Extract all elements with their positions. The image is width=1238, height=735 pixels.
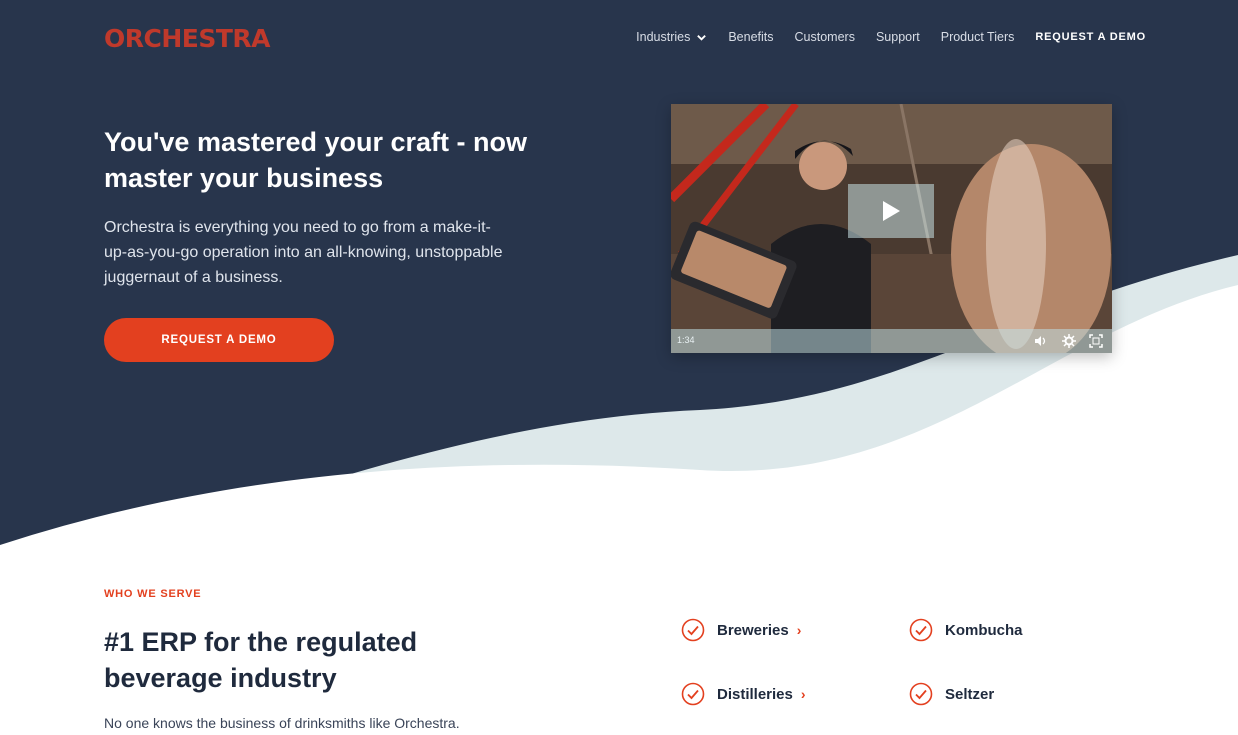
play-icon <box>883 201 900 221</box>
industry-link-kombucha[interactable]: Kombucha <box>909 618 1023 642</box>
settings-icon[interactable] <box>1062 334 1076 348</box>
play-button[interactable] <box>848 184 934 238</box>
industry-link-seltzer[interactable]: Seltzer <box>909 682 994 706</box>
hero-title: You've mastered your craft - now master … <box>104 127 528 193</box>
chevron-down-icon <box>697 34 707 41</box>
video-controls-bar[interactable]: 1:34 <box>671 329 1112 353</box>
orchestra-logo[interactable]: ORCHESTRA <box>104 24 271 53</box>
nav-item-product-tiers[interactable]: Product Tiers <box>941 30 1015 44</box>
hero-subtitle: Orchestra is everything you need to go f… <box>104 219 503 286</box>
volume-icon[interactable] <box>1034 334 1048 348</box>
fullscreen-icon[interactable] <box>1089 334 1103 348</box>
nav-item-support[interactable]: Support <box>876 30 920 44</box>
industry-label: Seltzer <box>945 685 995 703</box>
section-subtitle: No one knows the business of drinksmiths… <box>104 715 460 731</box>
nav-item-benefits[interactable]: Benefits <box>728 30 773 44</box>
check-circle-icon <box>681 682 705 706</box>
check-circle-icon <box>909 618 933 642</box>
industry-label: Breweries <box>717 621 789 639</box>
industry-link-distilleries[interactable]: Distilleries › <box>681 682 806 706</box>
section-eyebrow: WHO WE SERVE <box>104 588 202 600</box>
video-player[interactable]: 1:34 <box>671 104 1112 353</box>
chevron-right-icon: › <box>796 622 802 638</box>
nav-item-industries[interactable]: Industries <box>636 30 707 44</box>
nav-item-customers[interactable]: Customers <box>795 30 855 44</box>
chevron-right-icon: › <box>800 686 806 702</box>
top-nav: Industries Benefits Customers Support Pr… <box>636 30 1146 44</box>
nav-request-demo-link[interactable]: REQUEST A DEMO <box>1035 31 1146 43</box>
check-circle-icon <box>909 682 933 706</box>
nav-item-label: Industries <box>636 30 691 44</box>
industry-label: Kombucha <box>945 621 1023 639</box>
request-demo-button[interactable]: REQUEST A DEMO <box>104 318 334 362</box>
section-title: #1 ERP for the regulated beverage indust… <box>104 627 418 693</box>
check-circle-icon <box>681 618 705 642</box>
industry-link-breweries[interactable]: Breweries › <box>681 618 801 642</box>
industry-label: Distilleries <box>717 685 793 703</box>
video-time: 1:34 <box>677 335 695 345</box>
